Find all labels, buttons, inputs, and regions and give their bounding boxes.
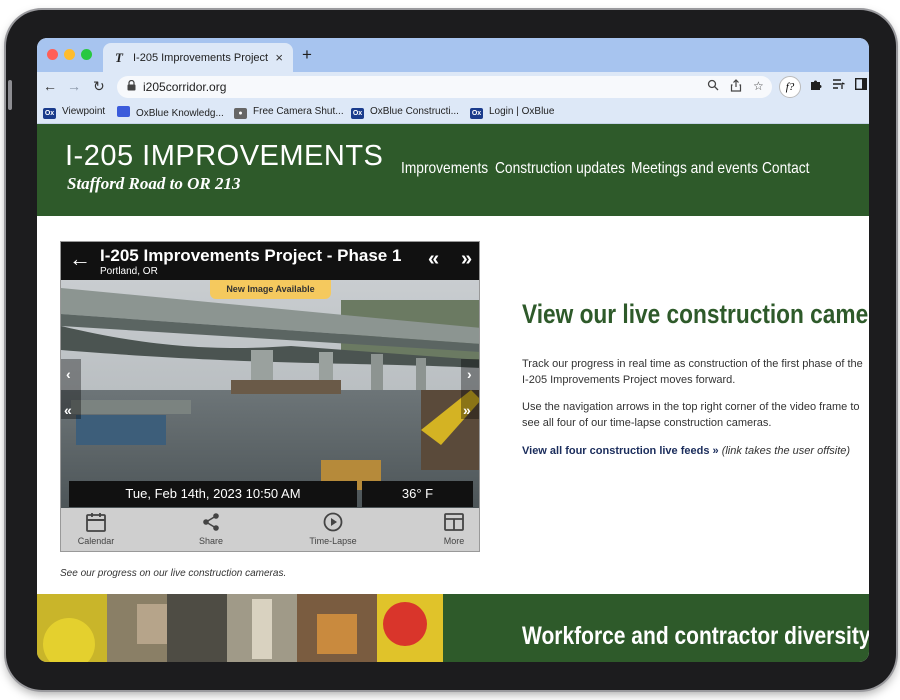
calendar-button[interactable]: Calendar xyxy=(61,512,131,546)
bookmarks-bar: Ox Viewpoint OxBlue Knowledg... ● Free Cam… xyxy=(37,102,869,124)
reading-list-icon[interactable] xyxy=(832,78,845,93)
time-lapse-button[interactable]: Time-Lapse xyxy=(298,512,368,546)
bookmark-oxblue-knowledge[interactable]: OxBlue Knowledg... xyxy=(117,106,224,119)
nav-improvements[interactable]: Improvements xyxy=(401,160,488,178)
oxblue-favicon-icon: Ox xyxy=(351,108,364,119)
camera-toolbar: Calendar Share Time-Lapse More xyxy=(61,508,479,551)
close-window-button[interactable] xyxy=(47,49,58,60)
camera-icon: ● xyxy=(234,108,247,119)
nav-meetings-events[interactable]: Meetings and events xyxy=(631,160,758,178)
share-icon[interactable] xyxy=(730,79,742,95)
new-tab-button[interactable]: + xyxy=(302,45,312,65)
previous-image-icon[interactable]: ‹ xyxy=(66,366,71,382)
live-feeds-paragraph: View all four construction live feeds » … xyxy=(522,443,867,459)
browser-toolbar: ← → ↻ i205corridor.org ☆ f? xyxy=(37,72,869,102)
address-bar[interactable]: i205corridor.org ☆ xyxy=(117,76,772,98)
bookmark-oxblue-construction[interactable]: Ox OxBlue Constructi... xyxy=(351,106,459,119)
next-image-icon[interactable]: › xyxy=(467,366,472,382)
extension-icon[interactable]: f? xyxy=(779,76,801,98)
bookmark-label: OxBlue Constructi... xyxy=(370,106,459,117)
camera-photo xyxy=(61,280,479,508)
intro-paragraph: Track our progress in real time as const… xyxy=(522,358,863,386)
bookmark-label: Login | OxBlue xyxy=(489,106,555,117)
bookmark-viewpoint[interactable]: Ox Viewpoint xyxy=(43,106,105,119)
reload-icon[interactable]: ↻ xyxy=(93,78,105,95)
oxblue-favicon-icon: Ox xyxy=(43,108,56,119)
time-lapse-label: Time-Lapse xyxy=(309,536,357,546)
first-image-icon[interactable]: « xyxy=(64,402,72,418)
bookmark-star-icon[interactable]: ☆ xyxy=(753,79,764,93)
tablet-side-button xyxy=(8,80,12,110)
zoom-icon[interactable] xyxy=(707,79,719,94)
site-favicon-icon: T xyxy=(115,50,123,65)
more-button[interactable]: More xyxy=(419,512,479,546)
browser-window: T I-205 Improvements Project × + ← → ↻ i… xyxy=(37,38,869,662)
back-arrow-icon[interactable]: ← xyxy=(43,78,57,94)
site-logo-title[interactable]: I-205 IMPROVEMENTS xyxy=(65,140,383,173)
share-icon xyxy=(176,512,246,534)
bookmark-label: Viewpoint xyxy=(62,106,106,117)
bookmark-label: OxBlue Knowledg... xyxy=(136,108,224,119)
calendar-label: Calendar xyxy=(77,536,115,546)
construction-camera-widget: ← I-205 Improvements Project - Phase 1 P… xyxy=(60,241,480,552)
back-arrow-icon[interactable]: ← xyxy=(69,246,91,272)
nav-contact[interactable]: Contact xyxy=(762,160,809,178)
lock-icon[interactable] xyxy=(127,79,136,94)
more-label: More xyxy=(443,536,465,546)
navigation-paragraph: Use the navigation arrows in the top rig… xyxy=(522,401,860,429)
section-heading: View our live construction cameras! xyxy=(522,299,869,329)
knowledge-base-icon xyxy=(117,106,130,117)
previous-camera-icon[interactable]: « xyxy=(428,248,439,271)
share-button[interactable]: Share xyxy=(176,512,246,546)
nav-construction-updates[interactable]: Construction updates xyxy=(495,160,625,178)
offsite-note: (link takes the user offsite) xyxy=(718,445,851,457)
extensions-puzzle-icon[interactable] xyxy=(809,78,822,94)
url-text[interactable]: i205corridor.org xyxy=(143,80,226,94)
camera-header: ← I-205 Improvements Project - Phase 1 P… xyxy=(61,242,479,280)
camera-caption: See our progress on our live constructio… xyxy=(60,568,287,579)
camera-location: Portland, OR xyxy=(100,266,158,277)
maximize-window-button[interactable] xyxy=(81,49,92,60)
camera-title: I-205 Improvements Project - Phase 1 xyxy=(100,246,402,265)
sidebar-toggle-icon[interactable] xyxy=(854,77,868,93)
last-image-icon[interactable]: » xyxy=(463,402,471,418)
workforce-heading: Workforce and contractor diversity xyxy=(522,622,869,650)
next-camera-icon[interactable]: » xyxy=(461,248,472,271)
workforce-section: Workforce and contractor diversity xyxy=(443,594,869,662)
camera-temperature: 36° F xyxy=(362,481,473,507)
new-image-banner[interactable]: New Image Available xyxy=(210,280,331,299)
play-icon xyxy=(298,512,368,534)
minimize-window-button[interactable] xyxy=(64,49,75,60)
workforce-photo xyxy=(37,594,443,662)
site-logo-subtitle[interactable]: Stafford Road to OR 213 xyxy=(67,174,241,194)
share-label: Share xyxy=(198,536,224,546)
tab-close-icon[interactable]: × xyxy=(275,50,283,65)
site-header: I-205 IMPROVEMENTS Stafford Road to OR 2… xyxy=(37,124,869,216)
bookmark-label: Free Camera Shut... xyxy=(253,106,344,117)
calendar-icon xyxy=(61,512,131,534)
bookmark-free-camera[interactable]: ● Free Camera Shut... xyxy=(234,106,344,119)
live-feeds-link[interactable]: View all four construction live feeds » xyxy=(522,445,719,457)
camera-timestamp: Tue, Feb 14th, 2023 10:50 AM xyxy=(69,481,357,507)
layout-icon xyxy=(419,512,479,534)
oxblue-favicon-icon: Ox xyxy=(470,108,483,119)
forward-arrow-icon[interactable]: → xyxy=(67,78,81,94)
bookmark-login-oxblue[interactable]: Ox Login | OxBlue xyxy=(470,106,554,119)
tab-title: I-205 Improvements Project xyxy=(133,52,269,64)
browser-tab[interactable]: T I-205 Improvements Project × xyxy=(103,43,293,72)
tab-bar: T I-205 Improvements Project × + xyxy=(37,38,869,72)
